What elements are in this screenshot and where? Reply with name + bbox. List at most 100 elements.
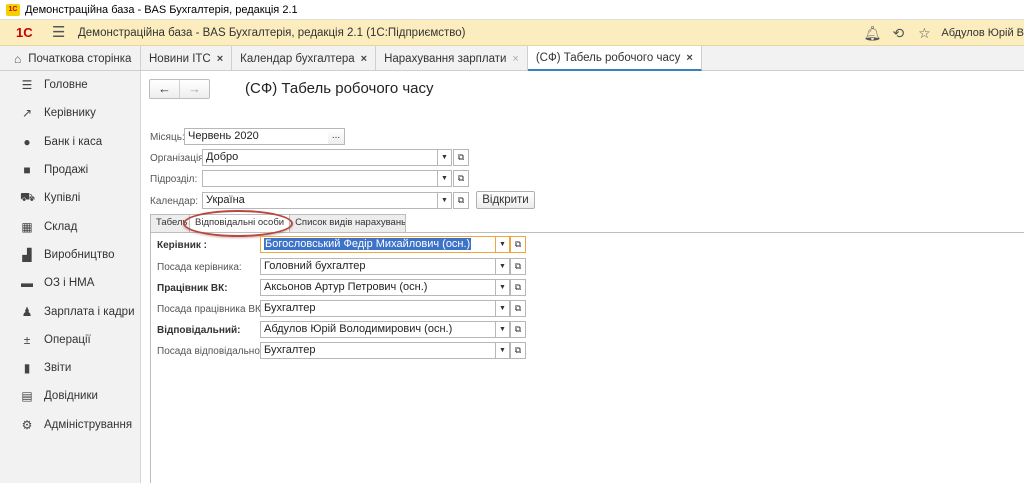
responsible-field[interactable]: Абдулов Юрій Володимирович (осн.) [260, 321, 496, 338]
tab-home[interactable]: ⌂ Початкова сторінка [0, 46, 141, 71]
hr-employee-open-button[interactable]: ⧉ [510, 279, 526, 296]
forward-button[interactable]: → [179, 80, 209, 98]
sidebar-item-label: Банк і каса [44, 135, 103, 148]
bell-icon[interactable]: 🔔︎ [859, 25, 885, 42]
head-dropdown-button[interactable]: ▼ [496, 236, 510, 253]
organization-dropdown-button[interactable]: ▼ [438, 149, 452, 166]
calendar-field[interactable]: Україна [202, 192, 438, 209]
factory-icon: ▟ [22, 247, 32, 262]
back-button[interactable]: ← [150, 80, 179, 98]
hr-position-field[interactable]: Бухгалтер [260, 300, 496, 317]
history-icon[interactable]: ⟲ [885, 25, 911, 42]
month-select-button[interactable]: ... [328, 128, 345, 145]
calendar-dropdown-button[interactable]: ▼ [438, 192, 452, 209]
sidebar-item-reports[interactable]: ▮ Звіти [0, 354, 140, 382]
books-icon: ▤ [21, 389, 33, 404]
cart-icon: ⛟ [20, 190, 36, 205]
close-icon[interactable]: × [217, 53, 223, 65]
app-header: 1С ☰ Демонстраційна база - BAS Бухгалтер… [0, 20, 1024, 46]
hr-position-dropdown-button[interactable]: ▼ [496, 300, 510, 317]
head-position-label: Посада керівника: [157, 262, 242, 273]
annotation-ellipse [183, 210, 293, 237]
hr-employee-dropdown-button[interactable]: ▼ [496, 279, 510, 296]
responsible-dropdown-button[interactable]: ▼ [496, 321, 510, 338]
sidebar-item-operations[interactable]: ± Операції [0, 326, 140, 354]
head-value: Богословський Федір Михайлович (осн.) [264, 238, 472, 250]
main-menu-icon[interactable]: ☰ [52, 25, 66, 40]
sidebar-item-label: Склад [44, 220, 78, 233]
sidebar-item-catalogs[interactable]: ▤ Довідники [0, 382, 140, 410]
sidebar-item-label: Продажі [44, 164, 89, 177]
page-title: (СФ) Табель робочого часу [245, 80, 434, 97]
sidebar-item-warehouse[interactable]: ▦ Склад [0, 212, 140, 240]
hr-employee-label: Працівник ВК: [157, 283, 228, 294]
sidebar-item-purchases[interactable]: ⛟ Купівлі [0, 184, 140, 212]
hr-position-label: Посада працівника ВК: [157, 304, 264, 315]
coin-icon: ● [23, 134, 31, 149]
department-field[interactable] [202, 170, 438, 187]
nav-buttons: ← → [149, 79, 210, 99]
sidebar-item-manager[interactable]: ↗ Керівнику [0, 99, 140, 127]
sidebar-item-bank[interactable]: ● Банк і каса [0, 128, 140, 156]
calendar-open-button[interactable]: ⧉ [453, 192, 469, 209]
tab-accrual-types[interactable]: Список видів нарахувань [289, 214, 407, 232]
close-icon[interactable]: × [361, 53, 367, 65]
month-label: Місяць: [150, 132, 185, 143]
sidebar-item-label: Виробництво [44, 248, 115, 261]
sidebar-item-fixed-assets[interactable]: ▬ ОЗ і НМА [0, 269, 140, 297]
tab-home-label: Початкова сторінка [28, 52, 132, 65]
app-logo-icon: 1С [6, 3, 20, 16]
responsible-open-button[interactable]: ⧉ [510, 321, 526, 338]
sidebar-item-label: Довідники [44, 390, 98, 403]
department-open-button[interactable]: ⧉ [453, 170, 469, 187]
bag-icon: ■ [23, 163, 31, 178]
sidebar-item-sales[interactable]: ■ Продажі [0, 156, 140, 184]
head-position-field[interactable]: Головний бухгалтер [260, 258, 496, 275]
close-icon[interactable]: × [512, 53, 518, 65]
hr-position-open-button[interactable]: ⧉ [510, 300, 526, 317]
organization-field[interactable]: Добро [202, 149, 438, 166]
window-title: Демонстраційна база - BAS Бухгалтерія, р… [25, 3, 298, 16]
tab-news-its[interactable]: Новини ІТС × [141, 46, 233, 71]
organization-open-button[interactable]: ⧉ [453, 149, 469, 166]
form-area: ← → (СФ) Табель робочого часу Місяць: Че… [141, 71, 1024, 483]
open-button[interactable]: Відкрити [476, 191, 535, 209]
close-icon[interactable]: × [686, 52, 692, 64]
tab-timesheet[interactable]: (СФ) Табель робочого часу × [527, 46, 702, 71]
star-icon[interactable]: ☆ [911, 25, 937, 42]
calendar-label: Календар: [150, 196, 199, 207]
sidebar-item-main[interactable]: ☰ Головне [0, 71, 140, 99]
sidebar-item-label: Головне [44, 79, 88, 92]
menu-icon: ☰ [21, 78, 33, 93]
chart-icon: ▮ [23, 361, 31, 376]
responsible-label: Відповідальний: [157, 325, 241, 336]
sidebar-item-label: Звіти [44, 362, 72, 375]
sidebar-item-label: Зарплата і кадри [44, 305, 135, 318]
tab-payroll[interactable]: Нарахування зарплати × [376, 46, 528, 71]
window-titlebar: 1С Демонстраційна база - BAS Бухгалтерія… [0, 0, 1024, 20]
sidebar-item-payroll[interactable]: ♟ Зарплата і кадри [0, 297, 140, 325]
responsible-position-open-button[interactable]: ⧉ [510, 342, 526, 359]
head-position-dropdown-button[interactable]: ▼ [496, 258, 510, 275]
month-field[interactable]: Червень 2020 [184, 128, 329, 145]
head-position-open-button[interactable]: ⧉ [510, 258, 526, 275]
trend-icon: ↗ [21, 106, 33, 121]
gear-icon: ⚙ [21, 417, 33, 432]
responsible-position-field[interactable]: Бухгалтер [260, 342, 496, 359]
head-field[interactable]: Богословський Федір Михайлович (осн.) [260, 236, 496, 253]
warehouse-icon: ▦ [21, 219, 33, 234]
tab-label: (СФ) Табель робочого часу [535, 51, 681, 64]
hr-employee-field[interactable]: Аксьонов Артур Петрович (осн.) [260, 279, 496, 296]
head-open-button[interactable]: ⧉ [510, 236, 526, 253]
sidebar-item-administration[interactable]: ⚙ Адміністрування [0, 411, 140, 439]
sidebar-item-production[interactable]: ▟ Виробництво [0, 241, 140, 269]
sidebar-item-label: ОЗ і НМА [44, 277, 95, 290]
head-label: Керівник : [157, 240, 207, 251]
responsible-position-dropdown-button[interactable]: ▼ [496, 342, 510, 359]
department-dropdown-button[interactable]: ▼ [438, 170, 452, 187]
person-icon: ♟ [21, 304, 33, 319]
current-user[interactable]: Абдулов Юрій В [941, 27, 1024, 39]
tab-accountant-calendar[interactable]: Календар бухгалтера × [232, 46, 377, 71]
app-title: Демонстраційна база - BAS Бухгалтерія, р… [78, 26, 466, 39]
home-icon: ⌂ [14, 51, 22, 66]
